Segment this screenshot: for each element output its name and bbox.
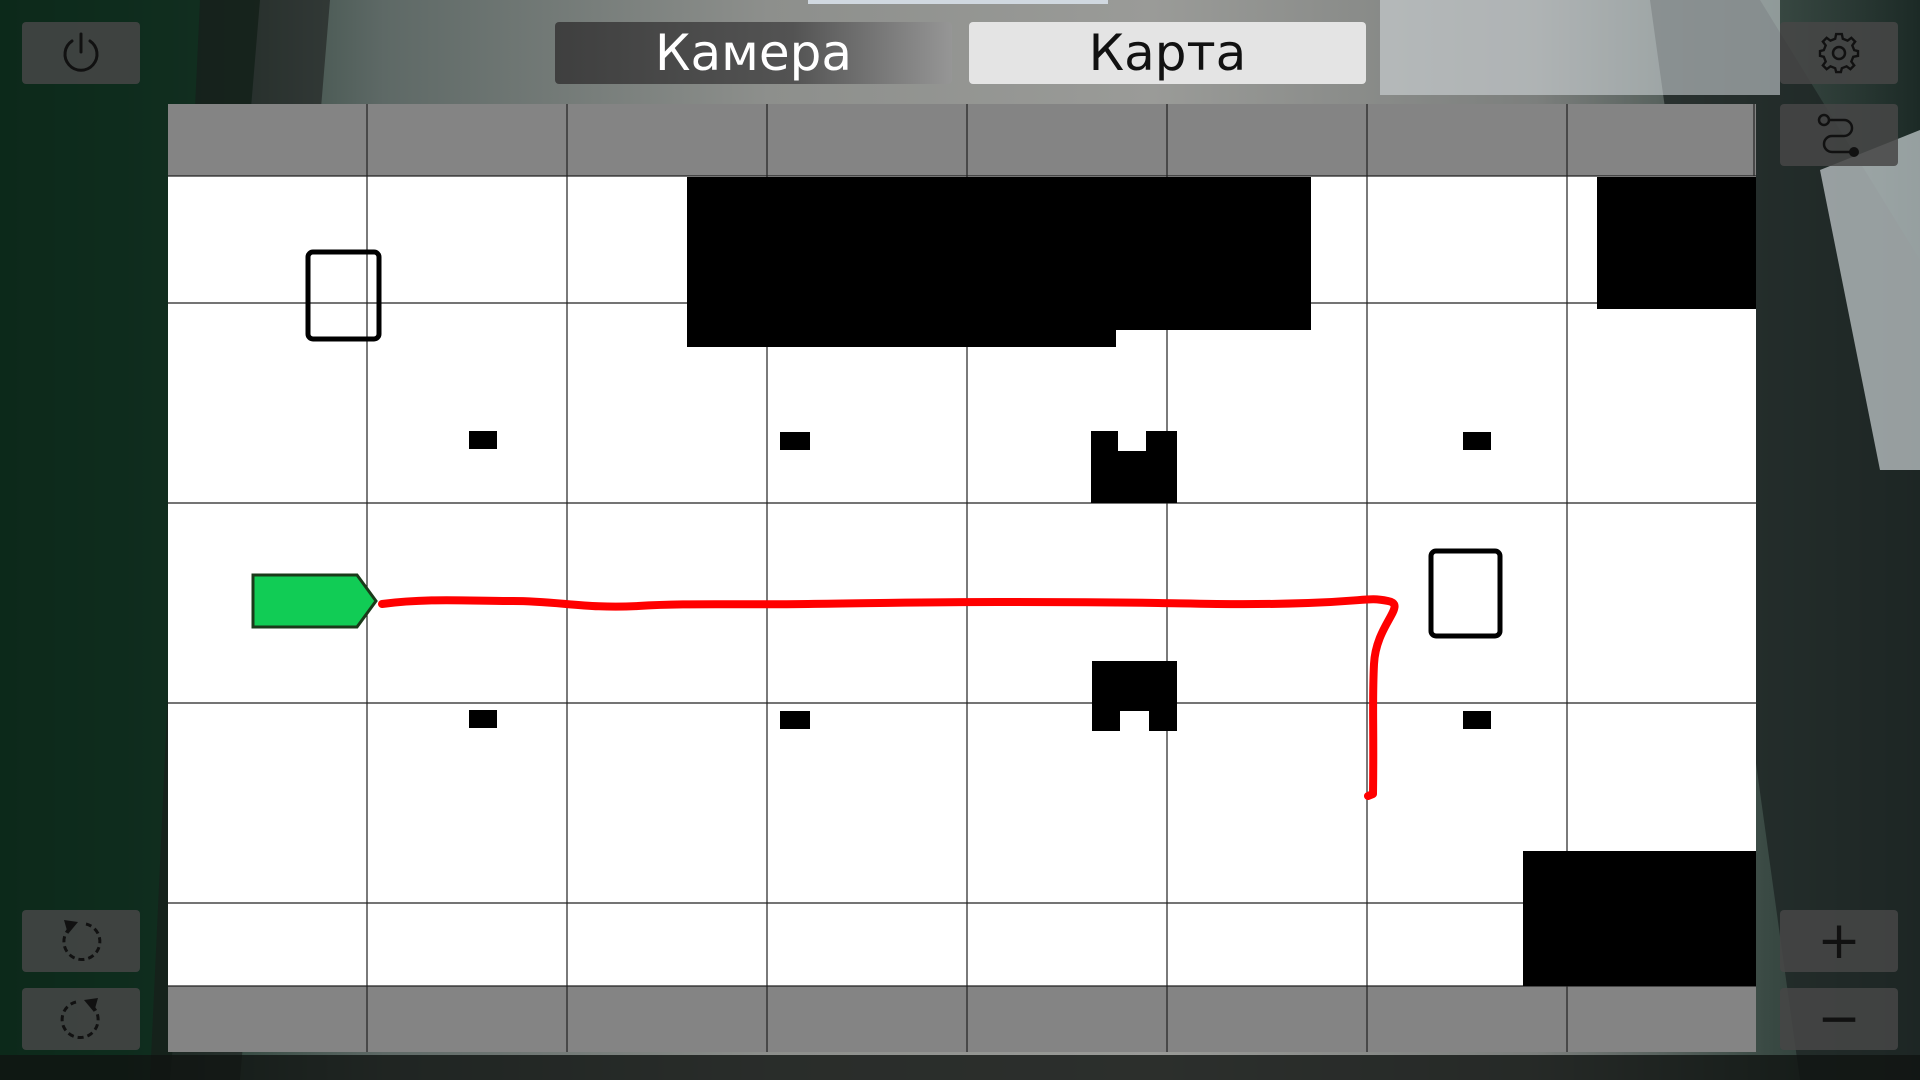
plus-icon: + bbox=[1817, 911, 1861, 971]
robot-marker bbox=[251, 573, 378, 629]
settings-button[interactable] bbox=[1780, 22, 1898, 84]
post-marker bbox=[469, 431, 497, 449]
post-marker bbox=[469, 710, 497, 728]
zoom-out-button[interactable]: − bbox=[1780, 988, 1898, 1050]
post-marker bbox=[1463, 711, 1491, 729]
obstacle-top-right bbox=[1597, 177, 1756, 309]
power-icon bbox=[63, 32, 99, 72]
route-button[interactable] bbox=[1780, 104, 1898, 166]
target-box-right bbox=[1428, 548, 1503, 639]
obstacle-bottom-right bbox=[1523, 851, 1756, 986]
rotate-ccw-icon bbox=[62, 920, 102, 961]
obstacle-large-top bbox=[687, 177, 1311, 347]
tab-camera[interactable]: Камера bbox=[555, 22, 952, 84]
post-marker bbox=[780, 711, 810, 729]
map-drawing bbox=[168, 104, 1756, 1052]
rotate-left-button[interactable] bbox=[22, 910, 140, 972]
rotate-cw-icon bbox=[60, 998, 100, 1039]
planned-path bbox=[378, 595, 1399, 800]
target-box-left bbox=[305, 249, 382, 342]
minus-icon: − bbox=[1817, 989, 1861, 1049]
gate-marker-bottom bbox=[1092, 661, 1177, 731]
zoom-in-button[interactable]: + bbox=[1780, 910, 1898, 972]
tab-map[interactable]: Карта bbox=[969, 22, 1366, 84]
post-marker bbox=[1463, 432, 1491, 450]
rotate-right-button[interactable] bbox=[22, 988, 140, 1050]
gate-marker-top bbox=[1091, 431, 1177, 503]
route-icon bbox=[1817, 113, 1859, 157]
gear-icon bbox=[1818, 32, 1860, 74]
map-canvas[interactable] bbox=[168, 104, 1756, 1052]
post-marker bbox=[780, 432, 810, 450]
power-button[interactable] bbox=[22, 22, 140, 84]
